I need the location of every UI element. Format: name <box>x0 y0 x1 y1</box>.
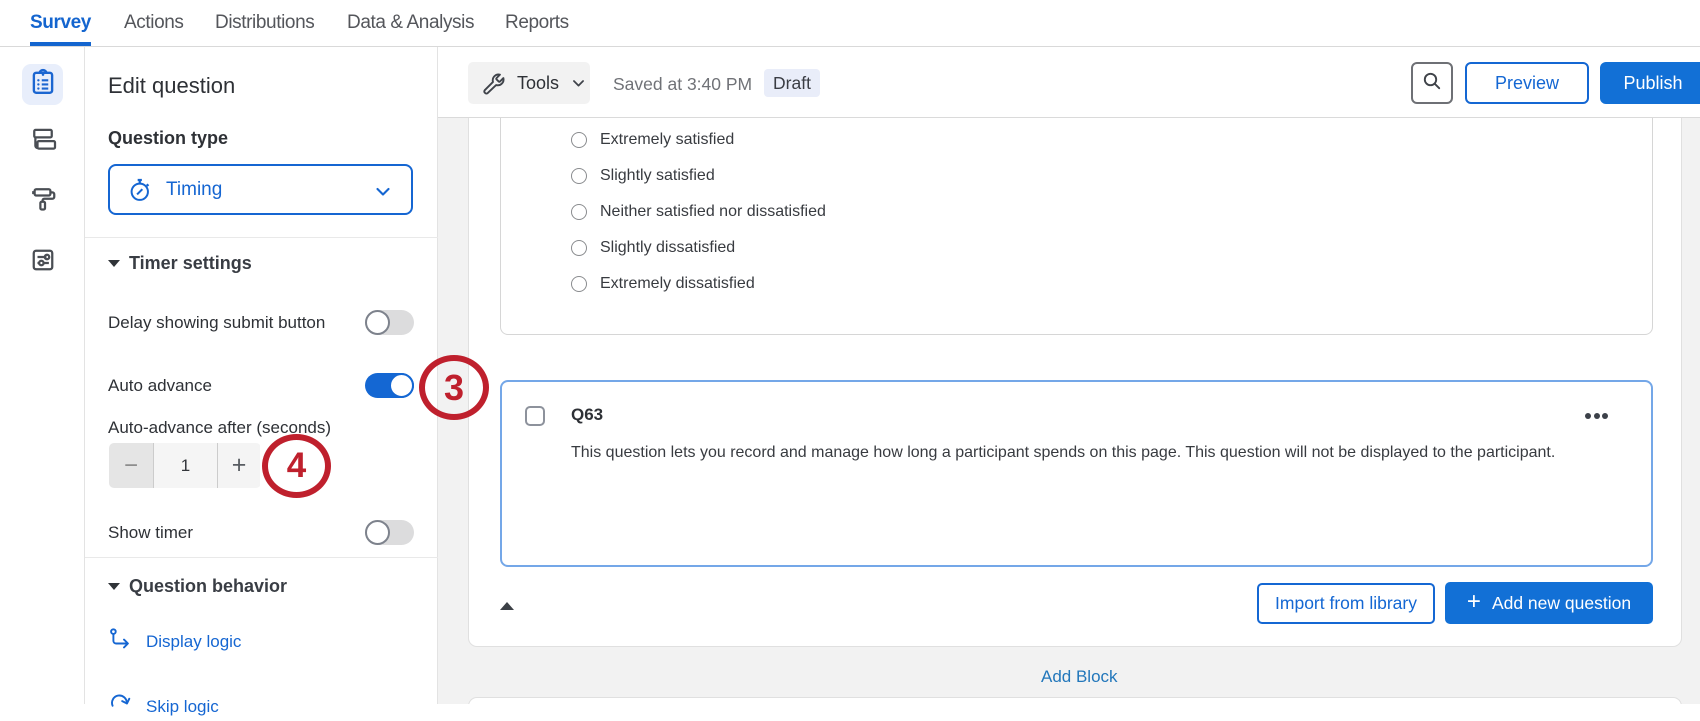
delay-submit-row: Delay showing submit button <box>108 310 414 335</box>
question-description: This question lets you record and manage… <box>571 444 1555 462</box>
toggle-knob <box>389 373 414 398</box>
choice-row: Extremely dissatisfied <box>571 274 755 293</box>
radio-icon[interactable] <box>571 240 587 256</box>
timer-settings-heading: Timer settings <box>129 253 252 274</box>
auto-advance-seconds-stepper: − 1 + <box>109 443 261 488</box>
radio-icon[interactable] <box>571 168 587 184</box>
collapse-triangle-icon <box>108 583 120 590</box>
display-logic-icon <box>108 628 133 656</box>
skip-logic-label: Skip logic <box>146 697 219 717</box>
rail-item-survey-builder[interactable] <box>22 64 63 105</box>
next-question-block <box>468 697 1682 704</box>
question-menu-button[interactable] <box>1585 413 1608 419</box>
choice-row: Slightly satisfied <box>571 166 715 185</box>
annotation-circle-4: 4 <box>262 434 331 498</box>
radio-icon[interactable] <box>571 132 587 148</box>
choice-row: Extremely satisfied <box>571 130 734 149</box>
auto-advance-toggle[interactable] <box>365 373 414 398</box>
annotation-number: 4 <box>287 446 306 486</box>
annotation-number: 3 <box>444 367 464 409</box>
display-logic-label: Display logic <box>146 632 241 652</box>
search-icon <box>1420 69 1444 98</box>
survey-toolbar: Tools Saved at 3:40 PM Draft Preview Pub… <box>438 47 1700 118</box>
annotation-circle-3: 3 <box>419 355 489 420</box>
stepper-increment-button[interactable]: + <box>218 443 260 488</box>
delay-submit-toggle[interactable] <box>365 310 414 335</box>
question-type-value: Timing <box>166 179 222 201</box>
skip-logic-icon <box>108 692 133 721</box>
nav-tab-data-analysis[interactable]: Data & Analysis <box>347 0 474 46</box>
paint-roller-icon <box>28 183 58 218</box>
search-button[interactable] <box>1411 62 1453 104</box>
clipboard-list-icon <box>28 67 58 102</box>
radio-icon[interactable] <box>571 276 587 292</box>
question-checkbox[interactable] <box>525 406 545 426</box>
collapse-triangle-icon <box>108 260 120 267</box>
plus-icon: + <box>1467 588 1481 616</box>
question-behavior-header[interactable]: Question behavior <box>108 576 287 597</box>
add-block-link[interactable]: Add Block <box>1041 667 1118 687</box>
tools-label: Tools <box>517 73 559 94</box>
rail-item-blocks[interactable] <box>22 121 63 162</box>
survey-canvas: Extremely satisfied Slightly satisfied N… <box>438 118 1700 704</box>
chevron-down-icon <box>571 76 586 91</box>
choice-label: Extremely satisfied <box>600 131 734 149</box>
radio-icon[interactable] <box>571 204 587 220</box>
choice-label: Extremely dissatisfied <box>600 275 755 293</box>
choice-row: Slightly dissatisfied <box>571 238 735 257</box>
show-timer-row: Show timer <box>108 520 414 545</box>
skip-logic-link[interactable]: Skip logic <box>108 692 219 721</box>
collapse-block-button[interactable] <box>500 602 514 610</box>
choice-row: Neither satisfied nor dissatisfied <box>571 202 826 221</box>
add-question-label: Add new question <box>1492 593 1631 614</box>
edit-question-panel: Edit question Question type Timing Timer… <box>85 47 438 704</box>
add-new-question-button[interactable]: + Add new question <box>1445 582 1653 624</box>
publish-button[interactable]: Publish <box>1600 62 1700 104</box>
nav-tab-reports[interactable]: Reports <box>505 0 569 46</box>
auto-advance-row: Auto advance <box>108 373 414 398</box>
left-icon-rail <box>0 47 85 704</box>
status-badge: Draft <box>764 69 820 97</box>
tools-button[interactable]: Tools <box>468 62 590 104</box>
display-logic-link[interactable]: Display logic <box>108 628 241 656</box>
question-type-label: Question type <box>108 128 228 149</box>
nav-tab-actions[interactable]: Actions <box>124 0 184 46</box>
divider <box>85 237 438 238</box>
show-timer-toggle[interactable] <box>365 520 414 545</box>
panel-title: Edit question <box>108 73 235 99</box>
show-timer-label: Show timer <box>108 523 193 543</box>
question-type-select[interactable]: Timing <box>108 164 413 215</box>
question-behavior-heading: Question behavior <box>129 576 287 597</box>
preview-button[interactable]: Preview <box>1465 62 1589 104</box>
timer-settings-header[interactable]: Timer settings <box>108 253 252 274</box>
toggle-knob <box>365 520 390 545</box>
top-navigation: Survey Actions Distributions Data & Anal… <box>0 0 1700 47</box>
divider <box>85 557 438 558</box>
delay-submit-label: Delay showing submit button <box>108 313 325 333</box>
stepper-value[interactable]: 1 <box>153 443 218 488</box>
auto-advance-label: Auto advance <box>108 376 212 396</box>
saved-status-text: Saved at 3:40 PM <box>613 74 752 95</box>
stopwatch-icon <box>126 176 154 204</box>
toggle-knob <box>365 310 390 335</box>
choice-label: Slightly dissatisfied <box>600 239 735 257</box>
question-name: Q63 <box>571 405 603 425</box>
nav-tab-survey[interactable]: Survey <box>30 0 91 46</box>
rail-item-look-and-feel[interactable] <box>22 180 63 221</box>
nav-tab-distributions[interactable]: Distributions <box>215 0 314 46</box>
choice-label: Slightly satisfied <box>600 167 715 185</box>
rail-item-survey-options[interactable] <box>22 242 63 283</box>
chevron-down-icon <box>374 183 392 206</box>
question-card-satisfaction[interactable]: Extremely satisfied Slightly satisfied N… <box>500 118 1653 335</box>
choice-label: Neither satisfied nor dissatisfied <box>600 203 826 221</box>
blocks-icon <box>28 124 58 159</box>
sliders-icon <box>28 245 58 280</box>
question-card-q63[interactable]: Q63 This question lets you record and ma… <box>500 380 1653 567</box>
wrench-icon <box>481 71 506 96</box>
import-from-library-button[interactable]: Import from library <box>1257 583 1435 624</box>
stepper-decrement-button[interactable]: − <box>109 443 153 488</box>
